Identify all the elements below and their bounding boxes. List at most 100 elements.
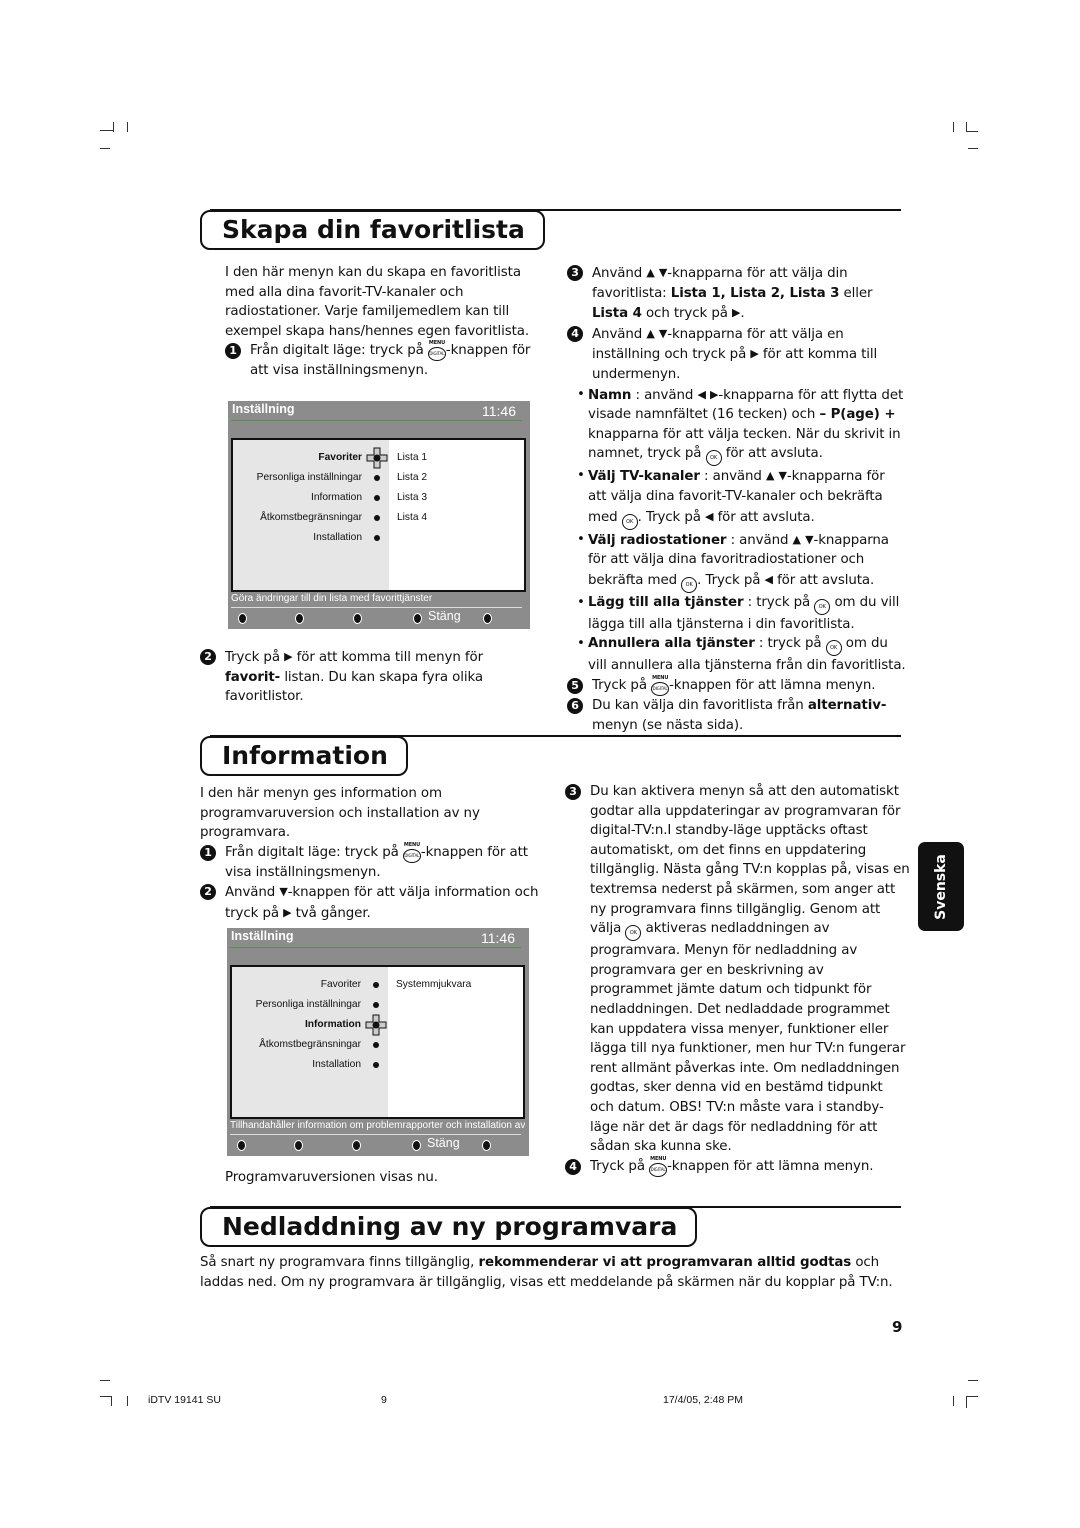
bold-term: Lägg till alla tjänster — [588, 594, 744, 610]
menu-item: Åtkomstbegränsningar — [259, 1039, 361, 1050]
step-item: 3 Använd ▲ ▼-knapparna för att välja din … — [567, 263, 907, 324]
menu-label: MENU — [428, 340, 446, 347]
submenu-item: Lista 1 — [397, 452, 428, 463]
step-item: 4 Använd ▲ ▼-knapparna för att välja en i… — [567, 324, 907, 385]
menu-clock: 11:46 — [481, 930, 515, 946]
menu-item: Information — [311, 492, 362, 503]
bold-term: Välj TV-kanaler — [588, 469, 700, 485]
language-tab-label: Svenska — [933, 853, 949, 920]
footer-doc: iDTV 19141 SU — [148, 1394, 221, 1406]
menu-item: Installation — [312, 1059, 361, 1070]
menu-item: Favoriter — [318, 452, 362, 463]
menu-footer-rule — [230, 1134, 521, 1135]
menu-item: Åtkomstbegränsningar — [260, 512, 362, 523]
arrow-up-icon: ▲ — [792, 532, 801, 546]
ok-button-icon: OK — [621, 513, 638, 530]
menu-close-label: Stäng — [427, 1136, 460, 1150]
step-item: 1 Från digitalt läge: tryck på MENU DIGITA… — [200, 842, 545, 883]
submenu-item: Lista 4 — [397, 512, 428, 523]
crop-mark — [966, 1396, 967, 1408]
step-item: 2 Använd ▼-knappen för att välja informat… — [200, 882, 545, 923]
arrow-right-icon: ▶ — [284, 650, 293, 663]
crop-mark — [111, 1396, 112, 1406]
menu-item: Personliga inställningar — [255, 999, 361, 1010]
tv-settings-menu-information: Inställning 11:46 Favoriter Personliga inst… — [227, 928, 529, 1156]
bold-term: Lista 4 — [592, 306, 642, 322]
arrow-left-icon: ◀ — [764, 572, 773, 586]
menu-item-bullet — [374, 475, 380, 481]
menu-button-icon: MENU DIGITAL — [649, 1156, 668, 1177]
fav-intro: I den här menyn kan du skapa en favoritl… — [225, 263, 550, 381]
menu-item-bullet — [373, 1042, 379, 1048]
submenu-item: Lista 2 — [397, 472, 428, 483]
menu-item-bullet — [374, 515, 380, 521]
menu-header: Inställning — [232, 402, 295, 416]
menu-label: MENU — [650, 1155, 667, 1162]
submenu-item: Systemmjukvara — [396, 979, 472, 990]
step-number-badge: 4 — [565, 1158, 581, 1175]
arrow-right-icon: ▶ — [731, 306, 741, 320]
crop-mark — [100, 130, 114, 131]
menu-close-label: Stäng — [428, 609, 461, 623]
info-after-text: Programvaruversionen visas nu. — [225, 1170, 438, 1185]
paragraph: I den här menyn kan du skapa en favoritl… — [225, 265, 529, 339]
menu-button-icon: MENU DIGITAL — [402, 842, 421, 863]
step-item: 1 Från digitalt läge: tryck på MENU DIGITA… — [225, 340, 550, 381]
info-steps-left: I den här menyn ges information om progr… — [200, 784, 545, 924]
step-item: 5 Tryck på MENU DIGITAL -knappen för att lä… — [567, 675, 907, 696]
color-key-dot — [352, 1140, 361, 1151]
menu-status-text: Tillhandahåller information om problemra… — [230, 1120, 525, 1131]
bold-term: rekommenderar vi att programvaran alltid… — [478, 1255, 852, 1270]
arrow-down-icon: ▼ — [805, 532, 814, 546]
menu-status-text: Göra ändringar till din lista med favori… — [231, 593, 433, 604]
paragraph: Så snart ny programvara finns tillgängli… — [200, 1255, 893, 1290]
crop-mark — [127, 122, 128, 132]
bullet-item: Annullera alla tjänster : tryck på OK om… — [577, 634, 907, 676]
menu-button-icon: MENU DIGITAL — [651, 675, 670, 696]
menu-panel: Favoriter Personliga inställningar Informa… — [230, 965, 525, 1119]
section-title-download: Nedladdning av ny programvara — [200, 1207, 698, 1247]
color-key-dot — [412, 1140, 421, 1151]
step-number-badge: 2 — [200, 649, 216, 665]
manual-page: Skapa din favoritlista I den här menyn k… — [0, 0, 1080, 1528]
arrow-left-icon: ◀ — [705, 509, 714, 523]
menu-button-icon: MENU DIGITAL — [427, 340, 446, 362]
navigation-cross-icon — [366, 447, 388, 469]
menu-item: Personliga inställningar — [256, 472, 362, 483]
color-key-dot — [294, 1140, 303, 1151]
section-title-favorites: Skapa din favoritlista — [200, 210, 545, 250]
crop-mark — [100, 148, 110, 149]
arrow-up-icon: ▲ — [646, 266, 655, 279]
crop-mark — [966, 1396, 978, 1397]
crop-mark — [100, 1380, 110, 1381]
crop-mark — [113, 122, 114, 132]
menu-clock: 11:46 — [482, 403, 516, 419]
menu-panel: Favoriter Personliga inställningar Informa… — [231, 438, 526, 592]
footer-date: 17/4/05, 2:48 PM — [663, 1394, 743, 1406]
arrow-left-icon: ◀ — [697, 387, 706, 401]
menu-item: Information — [304, 1019, 361, 1030]
footer-page: 9 — [381, 1394, 387, 1406]
bold-term: Lista 1, Lista 2, Lista 3 — [670, 285, 840, 301]
arrow-up-icon: ▲ — [765, 469, 775, 483]
menu-header-rule — [231, 420, 522, 421]
fav-steps-right: 3 Använd ▲ ▼-knapparna för att välja din … — [567, 263, 907, 735]
menu-item-bullet — [373, 982, 379, 988]
info-steps-right: 3 Du kan aktivera menyn så att den automa… — [565, 782, 910, 1177]
menu-header: Inställning — [231, 929, 294, 943]
bullet-item: Välj TV-kanaler : använd ▲ ▼-knapparna f… — [577, 466, 907, 530]
color-key-dot — [237, 1140, 246, 1151]
step-number-badge: 1 — [200, 844, 216, 861]
arrow-up-icon: ▲ — [646, 326, 655, 340]
bullet-item: Lägg till alla tjänster : tryck på OK om… — [577, 593, 907, 635]
crop-mark — [127, 1396, 128, 1406]
menu-item-bullet — [373, 1062, 379, 1068]
step-item: 2 Tryck på ▶ för att komma till menyn för… — [200, 647, 540, 707]
step-number-badge: 2 — [200, 884, 216, 901]
language-tab: Svenska — [918, 842, 964, 931]
download-text: Så snart ny programvara finns tillgängli… — [200, 1253, 905, 1292]
bold-term: Välj radiostationer — [588, 532, 727, 548]
navigation-cross-icon — [365, 1014, 387, 1036]
step-item: 3 Du kan aktivera menyn så att den automa… — [565, 782, 910, 1157]
menu-left-panel: Favoriter Personliga inställningar Informa… — [232, 967, 388, 1117]
